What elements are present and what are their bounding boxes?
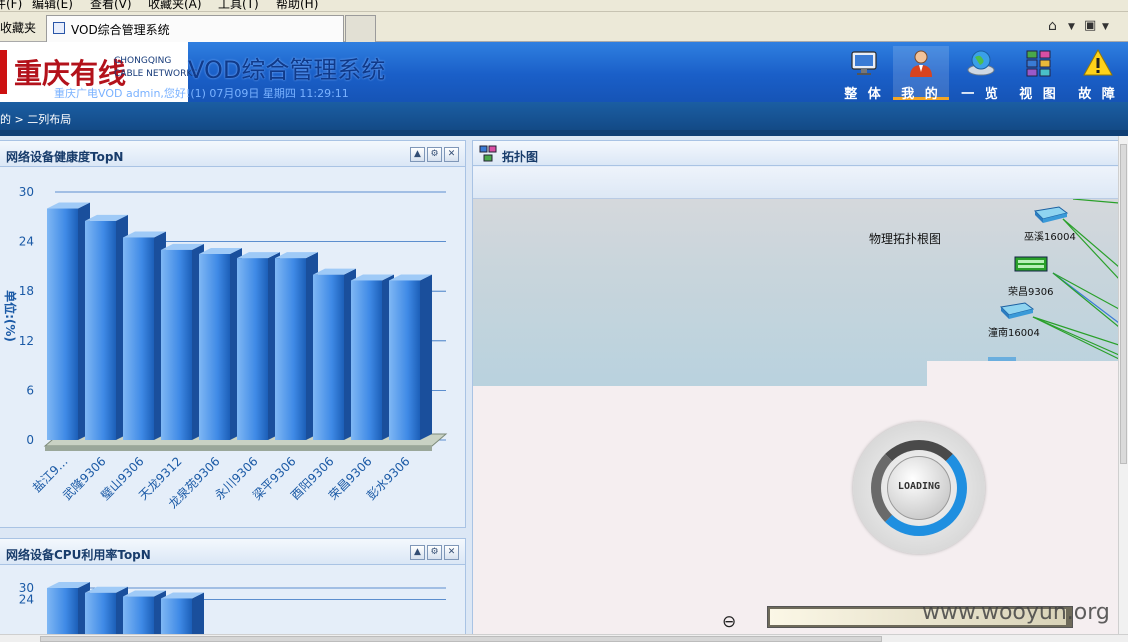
- breadcrumb: 的 > 二列布局: [0, 113, 72, 126]
- y-tick-label: 12: [19, 334, 34, 348]
- topology-icon: [479, 145, 497, 162]
- home-icon[interactable]: ⌂: [1048, 18, 1057, 34]
- health-panel-header: 网络设备健康度TopN ▲ ⚙ ✕: [0, 141, 465, 167]
- topology-panel-title: 拓扑图: [502, 150, 539, 164]
- bar-side: [420, 274, 432, 440]
- nav-fault-label: 故 障: [1078, 87, 1118, 102]
- nav-fault-button[interactable]: 故 障: [1070, 46, 1126, 102]
- favorites-label[interactable]: 收藏夹: [0, 19, 36, 36]
- topology-panel: 拓扑图 物理拓扑根图 巫溪16004 荣昌9306 潼南16004 LOADIN…: [472, 140, 1120, 642]
- cpu-panel-header: 网络设备CPU利用率TopN ▲ ⚙ ✕: [0, 539, 465, 565]
- menu-item[interactable]: 查看(V): [90, 0, 132, 11]
- y-tick-label: 24: [19, 235, 34, 249]
- topology-root-label: 物理拓扑根图: [869, 232, 942, 246]
- topology-panel-header: 拓扑图: [473, 141, 1119, 166]
- brand-name-en: CHONGQING CABLE NETWORKS: [114, 55, 198, 81]
- brand-en-line2: CABLE NETWORKS: [114, 69, 198, 79]
- menu-item[interactable]: 帮助(H): [276, 0, 318, 11]
- loading-text: LOADING: [897, 481, 941, 492]
- y-tick-label: 30: [19, 185, 34, 199]
- topology-node-label[interactable]: 潼南16004: [988, 324, 1040, 339]
- browser-toolbar-tools: ⌂ ▼ ▣ ▼: [1046, 18, 1128, 36]
- router-icon: [1033, 206, 1069, 223]
- bar: [313, 274, 344, 440]
- topology-toolbar: [473, 167, 1119, 199]
- cpu-panel: 网络设备CPU利用率TopN ▲ ⚙ ✕ 24 30: [0, 538, 466, 642]
- topology-map-gap: [927, 361, 1119, 386]
- nav-view-label: 视 图: [1019, 87, 1059, 102]
- nav-overview-label: 一 览: [961, 87, 1001, 102]
- globe-icon: [967, 50, 995, 76]
- bar: [123, 237, 154, 440]
- cpu-panel-title: 网络设备CPU利用率TopN: [6, 548, 151, 562]
- watermark: www.wooyun.org: [922, 600, 1110, 625]
- health-bar-chart: 0612182430盐江9…武隆9306璧山9306天龙9312龙泉苑9306永…: [3, 185, 448, 511]
- scrollbar-thumb[interactable]: [40, 636, 882, 642]
- app-header: 重庆有线 CHONGQING CABLE NETWORKS VOD综合管理系统 …: [0, 42, 1128, 102]
- nav-mine-button[interactable]: 我 的: [893, 46, 949, 102]
- nav-overview-button[interactable]: 一 览: [953, 46, 1009, 102]
- brand-red-mark: [0, 50, 7, 94]
- bar: [161, 249, 192, 440]
- chart-floor-edge: [45, 446, 432, 451]
- new-tab-button[interactable]: [345, 15, 376, 42]
- collapse-button[interactable]: ▲: [410, 545, 425, 560]
- user-icon: [910, 50, 932, 77]
- nav-overall-button[interactable]: 整 体: [836, 46, 892, 102]
- bar: [199, 254, 230, 440]
- settings-button[interactable]: ⚙: [427, 147, 442, 162]
- nav-overall-label: 整 体: [844, 87, 884, 102]
- bar: [47, 208, 78, 440]
- bar: [351, 280, 382, 440]
- rss-icon[interactable]: ▣: [1084, 18, 1096, 33]
- settings-button[interactable]: ⚙: [427, 545, 442, 560]
- warning-icon: [1083, 48, 1113, 76]
- app-title: VOD综合管理系统: [188, 56, 386, 84]
- horizontal-scrollbar[interactable]: [0, 634, 1128, 642]
- nav-mine-label: 我 的: [901, 87, 941, 102]
- monitor-icon: [851, 51, 877, 75]
- y-tick-label: 6: [26, 383, 34, 397]
- browser-tab-active[interactable]: VOD综合管理系统: [46, 15, 344, 42]
- health-panel: 网络设备健康度TopN ▲ ⚙ ✕ 0 6 12 18 24 30 盐江9… 武隆9306 璧山…: [0, 140, 466, 528]
- topology-node-label[interactable]: 巫溪16004: [1024, 228, 1076, 243]
- menu-item[interactable]: 编辑(E): [32, 0, 73, 11]
- browser-tabbar: 收藏夹 VOD综合管理系统 ⌂ ▼ ▣ ▼: [0, 12, 1128, 42]
- y-tick-label: 0: [26, 433, 34, 447]
- bar: [237, 258, 268, 440]
- y-axis-label: 单位:(%): [3, 290, 18, 342]
- menu-item[interactable]: 工具(T): [218, 0, 259, 11]
- health-panel-title: 网络设备健康度TopN: [6, 150, 124, 164]
- user-greeting: 重庆广电VOD admin,您好!(1) 07月09日 星期四 11:29:11: [54, 87, 349, 100]
- vertical-scrollbar[interactable]: [1118, 136, 1128, 634]
- router-icon: [999, 302, 1035, 319]
- browser-menubar: 文件(F) 编辑(E) 查看(V) 收藏夹(A) 工具(T) 帮助(H): [0, 0, 1128, 12]
- topology-map[interactable]: 物理拓扑根图 巫溪16004 荣昌9306 潼南16004: [473, 199, 1119, 386]
- y-tick-label: 30: [19, 581, 34, 595]
- bar: [275, 258, 306, 440]
- chevron-down-icon[interactable]: ▼: [1102, 22, 1109, 32]
- cpu-bar-chart: 2430: [19, 581, 446, 642]
- brand-en-line1: CHONGQING: [114, 56, 172, 66]
- servers-icon: [1026, 50, 1051, 77]
- menu-item[interactable]: 文件(F): [0, 0, 22, 11]
- close-button[interactable]: ✕: [444, 147, 459, 162]
- bar: [389, 280, 420, 440]
- browser-tab-title: VOD综合管理系统: [71, 23, 170, 37]
- zoom-out-icon[interactable]: ⊖: [722, 612, 736, 632]
- breadcrumb-bar: 的 > 二列布局: [0, 102, 1128, 130]
- nav-view-button[interactable]: 视 图: [1011, 46, 1067, 102]
- loading-spinner: LOADING: [853, 422, 985, 554]
- close-button[interactable]: ✕: [444, 545, 459, 560]
- main-content: 网络设备健康度TopN ▲ ⚙ ✕ 0 6 12 18 24 30 盐江9… 武隆9306 璧山…: [0, 136, 1128, 642]
- menu-item[interactable]: 收藏夹(A): [148, 0, 202, 11]
- scrollbar-thumb[interactable]: [1120, 144, 1127, 464]
- topology-node-label[interactable]: 荣昌9306: [1008, 283, 1053, 298]
- y-tick-label: 18: [19, 284, 34, 298]
- switch-icon: [1014, 256, 1048, 272]
- chevron-down-icon[interactable]: ▼: [1068, 22, 1075, 32]
- page-icon: [53, 22, 65, 34]
- collapse-button[interactable]: ▲: [410, 147, 425, 162]
- bar: [85, 220, 116, 440]
